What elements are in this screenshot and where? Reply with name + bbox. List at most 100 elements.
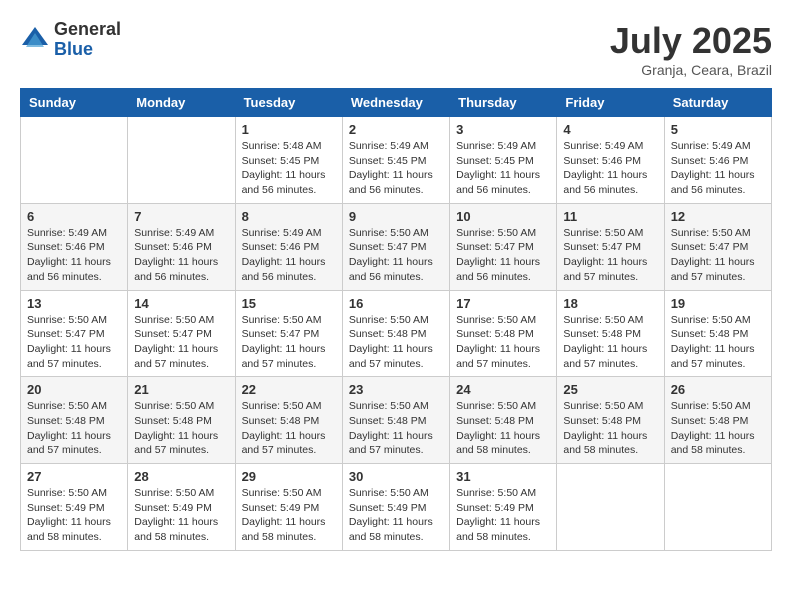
calendar-cell: 24 Sunrise: 5:50 AM Sunset: 5:48 PM Dayli… [450, 377, 557, 464]
calendar-cell: 21 Sunrise: 5:50 AM Sunset: 5:48 PM Dayli… [128, 377, 235, 464]
day-number: 13 [27, 296, 121, 311]
day-number: 8 [242, 209, 336, 224]
calendar-cell: 7Sunrise: 5:49 AM Sunset: 5:46 PM Daylig… [128, 203, 235, 290]
calendar-week-5: 27 Sunrise: 5:50 AM Sunset: 5:49 PM Dayli… [21, 464, 772, 551]
day-info: Sunrise: 5:50 AM Sunset: 5:47 PM Dayligh… [563, 226, 657, 285]
calendar-cell [128, 117, 235, 204]
calendar-cell [664, 464, 771, 551]
day-number: 23 [349, 382, 443, 397]
day-info: Sunrise: 5:50 AM Sunset: 5:48 PM Dayligh… [456, 313, 550, 372]
calendar-cell: 14 Sunrise: 5:50 AM Sunset: 5:47 PM Dayli… [128, 290, 235, 377]
day-number: 6 [27, 209, 121, 224]
day-info: Sunrise: 5:50 AM Sunset: 5:49 PM Dayligh… [242, 486, 336, 545]
day-info: Sunrise: 5:50 AM Sunset: 5:49 PM Dayligh… [349, 486, 443, 545]
day-number: 12 [671, 209, 765, 224]
column-header-saturday: Saturday [664, 89, 771, 117]
calendar-cell: 26 Sunrise: 5:50 AM Sunset: 5:48 PM Dayli… [664, 377, 771, 464]
logo-blue: Blue [54, 40, 121, 60]
calendar-cell: 22Sunrise: 5:50 AM Sunset: 5:48 PM Dayli… [235, 377, 342, 464]
page-header: General Blue July 2025 Granja, Ceara, Br… [20, 20, 772, 78]
day-number: 28 [134, 469, 228, 484]
day-number: 1 [242, 122, 336, 137]
calendar-cell: 18 Sunrise: 5:50 AM Sunset: 5:48 PM Dayli… [557, 290, 664, 377]
calendar-cell: 29Sunrise: 5:50 AM Sunset: 5:49 PM Dayli… [235, 464, 342, 551]
calendar-cell: 11Sunrise: 5:50 AM Sunset: 5:47 PM Dayli… [557, 203, 664, 290]
calendar-cell: 19Sunrise: 5:50 AM Sunset: 5:48 PM Dayli… [664, 290, 771, 377]
day-number: 19 [671, 296, 765, 311]
calendar-cell: 28 Sunrise: 5:50 AM Sunset: 5:49 PM Dayli… [128, 464, 235, 551]
calendar-cell: 1 Sunrise: 5:48 AM Sunset: 5:45 PM Daylig… [235, 117, 342, 204]
calendar-cell: 6 Sunrise: 5:49 AM Sunset: 5:46 PM Daylig… [21, 203, 128, 290]
calendar-cell: 15 Sunrise: 5:50 AM Sunset: 5:47 PM Dayli… [235, 290, 342, 377]
day-info: Sunrise: 5:49 AM Sunset: 5:45 PM Dayligh… [456, 139, 550, 198]
day-info: Sunrise: 5:49 AM Sunset: 5:46 PM Dayligh… [563, 139, 657, 198]
day-info: Sunrise: 5:50 AM Sunset: 5:49 PM Dayligh… [456, 486, 550, 545]
calendar-cell: 25Sunrise: 5:50 AM Sunset: 5:48 PM Dayli… [557, 377, 664, 464]
calendar-cell: 9 Sunrise: 5:50 AM Sunset: 5:47 PM Daylig… [342, 203, 449, 290]
day-number: 9 [349, 209, 443, 224]
day-info: Sunrise: 5:50 AM Sunset: 5:47 PM Dayligh… [134, 313, 228, 372]
calendar-cell: 23 Sunrise: 5:50 AM Sunset: 5:48 PM Dayli… [342, 377, 449, 464]
day-info: Sunrise: 5:49 AM Sunset: 5:46 PM Dayligh… [242, 226, 336, 285]
day-number: 17 [456, 296, 550, 311]
day-info: Sunrise: 5:50 AM Sunset: 5:48 PM Dayligh… [349, 399, 443, 458]
calendar-cell: 16 Sunrise: 5:50 AM Sunset: 5:48 PM Dayli… [342, 290, 449, 377]
column-header-sunday: Sunday [21, 89, 128, 117]
day-number: 3 [456, 122, 550, 137]
day-number: 27 [27, 469, 121, 484]
day-info: Sunrise: 5:50 AM Sunset: 5:49 PM Dayligh… [27, 486, 121, 545]
day-number: 7 [134, 209, 228, 224]
day-number: 24 [456, 382, 550, 397]
day-info: Sunrise: 5:48 AM Sunset: 5:45 PM Dayligh… [242, 139, 336, 198]
calendar-cell [21, 117, 128, 204]
calendar-table: SundayMondayTuesdayWednesdayThursdayFrid… [20, 88, 772, 551]
day-number: 14 [134, 296, 228, 311]
calendar-cell: 27 Sunrise: 5:50 AM Sunset: 5:49 PM Dayli… [21, 464, 128, 551]
column-header-friday: Friday [557, 89, 664, 117]
calendar-week-1: 1 Sunrise: 5:48 AM Sunset: 5:45 PM Daylig… [21, 117, 772, 204]
calendar-week-4: 20Sunrise: 5:50 AM Sunset: 5:48 PM Dayli… [21, 377, 772, 464]
day-info: Sunrise: 5:50 AM Sunset: 5:47 PM Dayligh… [456, 226, 550, 285]
day-info: Sunrise: 5:50 AM Sunset: 5:48 PM Dayligh… [563, 399, 657, 458]
location: Granja, Ceara, Brazil [610, 62, 772, 78]
day-info: Sunrise: 5:50 AM Sunset: 5:48 PM Dayligh… [134, 399, 228, 458]
day-number: 18 [563, 296, 657, 311]
calendar-cell: 12 Sunrise: 5:50 AM Sunset: 5:47 PM Dayli… [664, 203, 771, 290]
calendar-cell: 5Sunrise: 5:49 AM Sunset: 5:46 PM Daylig… [664, 117, 771, 204]
calendar-cell [557, 464, 664, 551]
calendar-header-row: SundayMondayTuesdayWednesdayThursdayFrid… [21, 89, 772, 117]
calendar-week-3: 13 Sunrise: 5:50 AM Sunset: 5:47 PM Dayli… [21, 290, 772, 377]
day-number: 2 [349, 122, 443, 137]
day-info: Sunrise: 5:50 AM Sunset: 5:47 PM Dayligh… [242, 313, 336, 372]
calendar-cell: 31 Sunrise: 5:50 AM Sunset: 5:49 PM Dayli… [450, 464, 557, 551]
column-header-tuesday: Tuesday [235, 89, 342, 117]
day-number: 10 [456, 209, 550, 224]
day-number: 5 [671, 122, 765, 137]
day-number: 15 [242, 296, 336, 311]
day-info: Sunrise: 5:50 AM Sunset: 5:47 PM Dayligh… [671, 226, 765, 285]
day-number: 30 [349, 469, 443, 484]
day-number: 21 [134, 382, 228, 397]
day-info: Sunrise: 5:50 AM Sunset: 5:48 PM Dayligh… [349, 313, 443, 372]
day-number: 22 [242, 382, 336, 397]
day-info: Sunrise: 5:50 AM Sunset: 5:48 PM Dayligh… [671, 399, 765, 458]
calendar-cell: 30 Sunrise: 5:50 AM Sunset: 5:49 PM Dayli… [342, 464, 449, 551]
day-info: Sunrise: 5:50 AM Sunset: 5:47 PM Dayligh… [349, 226, 443, 285]
day-info: Sunrise: 5:50 AM Sunset: 5:48 PM Dayligh… [563, 313, 657, 372]
calendar-cell: 10 Sunrise: 5:50 AM Sunset: 5:47 PM Dayli… [450, 203, 557, 290]
day-info: Sunrise: 5:49 AM Sunset: 5:46 PM Dayligh… [27, 226, 121, 285]
logo: General Blue [20, 20, 121, 60]
day-number: 26 [671, 382, 765, 397]
column-header-thursday: Thursday [450, 89, 557, 117]
day-number: 16 [349, 296, 443, 311]
day-info: Sunrise: 5:50 AM Sunset: 5:48 PM Dayligh… [456, 399, 550, 458]
day-number: 31 [456, 469, 550, 484]
calendar-cell: 4Sunrise: 5:49 AM Sunset: 5:46 PM Daylig… [557, 117, 664, 204]
day-info: Sunrise: 5:49 AM Sunset: 5:45 PM Dayligh… [349, 139, 443, 198]
day-info: Sunrise: 5:50 AM Sunset: 5:48 PM Dayligh… [27, 399, 121, 458]
logo-icon [20, 25, 50, 55]
month-title: July 2025 [610, 20, 772, 62]
day-info: Sunrise: 5:50 AM Sunset: 5:49 PM Dayligh… [134, 486, 228, 545]
calendar-cell: 13Sunrise: 5:50 AM Sunset: 5:47 PM Dayli… [21, 290, 128, 377]
calendar-cell: 20Sunrise: 5:50 AM Sunset: 5:48 PM Dayli… [21, 377, 128, 464]
